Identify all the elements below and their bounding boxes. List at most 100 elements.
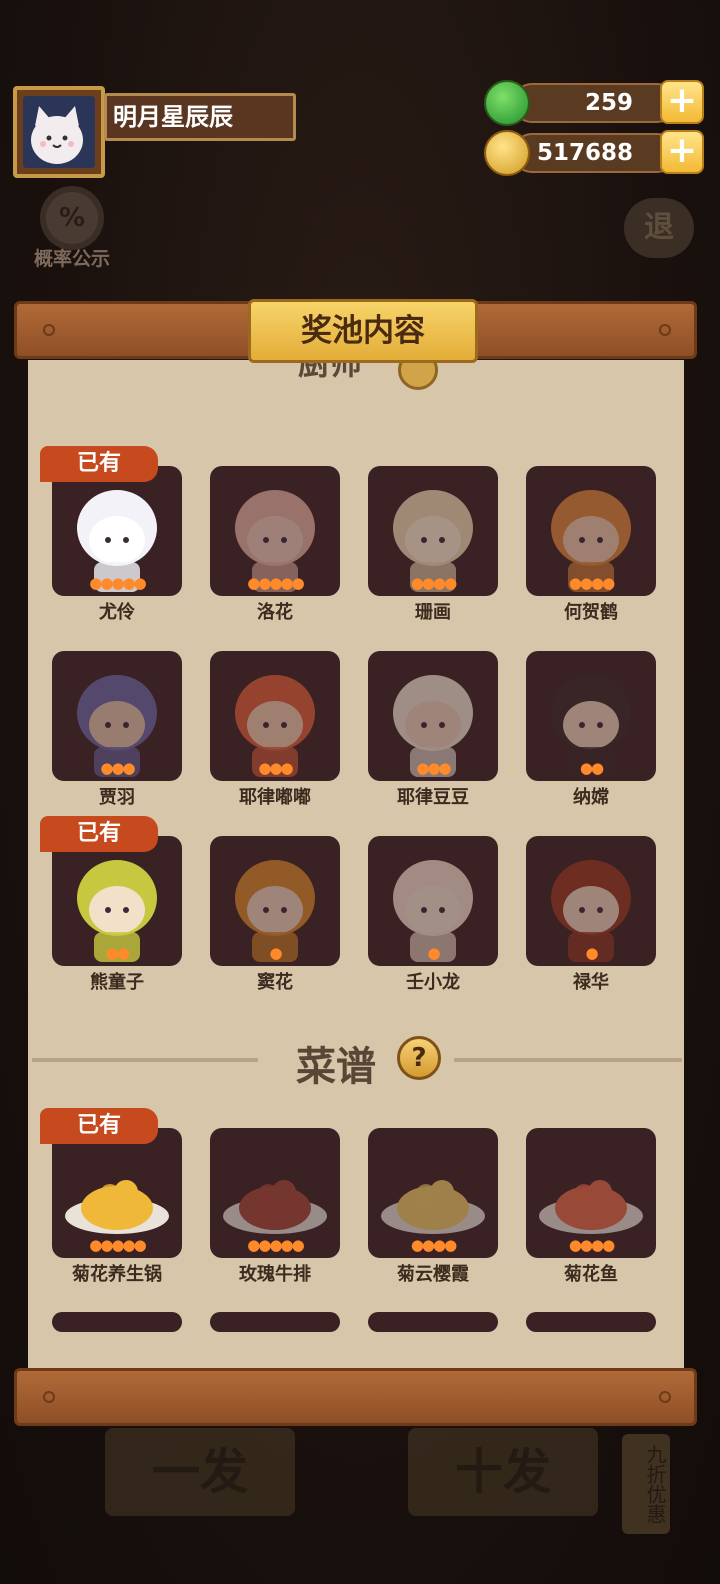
flame-icon: ● [410,1236,424,1254]
flame-icon: ● [291,1236,305,1254]
flame-icon: ● [433,1236,446,1254]
chef-card[interactable]: ●●●● [368,466,498,596]
divider [32,1058,258,1062]
recipe-card[interactable]: ●●●●● [52,1128,182,1258]
chef-card[interactable]: ● [526,836,656,966]
chef-card[interactable]: ● [210,836,340,966]
nail-icon [659,1391,671,1403]
chef-name: 珊画 [415,602,451,623]
flame-icon: ● [421,574,435,592]
coin-icon [484,130,530,176]
chef-card[interactable]: ●●● [52,651,182,781]
flame-icon: ● [602,574,615,592]
divider [454,1058,682,1062]
flame-icon: ● [585,944,598,962]
flame-icon: ● [247,574,260,592]
flame-icon: ● [111,1236,124,1254]
chef-name: 熊童子 [90,972,144,993]
add-jade-button[interactable]: + [660,80,704,124]
chefs-help-icon[interactable] [398,360,438,390]
star-rating: ● [210,944,340,962]
chef-card[interactable]: ●●● [210,651,340,781]
chef-card[interactable]: ●●●●● [52,466,182,596]
flame-icon: ● [591,574,604,592]
chef-name: 耶律嘟嘟 [239,787,311,808]
chef-name: 何贺鹤 [564,602,618,623]
flame-icon: ● [416,759,429,777]
chef-card[interactable]: ●● [52,836,182,966]
panel-title: 奖池内容 [248,299,478,363]
star-rating: ●●● [210,759,340,777]
chef-card[interactable]: ●●●●● [210,466,340,596]
probability-button[interactable]: % 概率公示 [22,192,122,272]
star-rating: ● [526,944,656,962]
ten-draw-button[interactable]: 十发 [408,1428,598,1516]
flame-icon: ● [280,574,294,592]
exit-button[interactable]: 退 [624,198,694,258]
flame-icon: ● [122,1236,136,1254]
flame-icon: ● [438,759,452,777]
recipe-card[interactable]: ●●●● [368,1128,498,1258]
prize-pool-list[interactable]: 厨师 ●●●●●尤伶已有 ●●●●●洛花 ●●●●珊画 ●●●●何贺鹤 [28,360,684,1368]
recipes-section-title: 菜谱 [296,1044,376,1090]
owned-badge: 已有 [40,446,158,482]
recipe-card[interactable]: ●●●● [526,1128,656,1258]
recipe-name: 菊花养生锅 [72,1264,162,1285]
flame-icon: ● [122,759,136,777]
flame-icon: ● [269,944,282,962]
star-rating: ●●●●● [52,574,182,592]
add-coin-button[interactable]: + [660,130,704,174]
cat-avatar-icon [23,96,95,168]
coin-amount: 517688 [512,133,677,173]
flame-icon: ● [133,1236,147,1254]
flame-icon: ● [421,1236,435,1254]
flame-icon: ● [117,944,130,962]
recipe-card-partial [210,1312,340,1332]
flame-icon: ● [444,1236,457,1254]
flame-icon: ● [100,574,113,592]
flame-icon: ● [579,574,593,592]
chef-card[interactable]: ●●●● [526,466,656,596]
flame-icon: ● [258,759,271,777]
chef-card[interactable]: ● [368,836,498,966]
recipes-help-icon[interactable]: ? [397,1036,441,1080]
star-rating: ●●●● [368,574,498,592]
recipe-name: 菊云樱霞 [397,1264,469,1285]
chef-name: 洛花 [257,602,293,623]
owned-badge: 已有 [40,1108,158,1144]
flame-icon: ● [568,574,582,592]
star-rating: ●●●●● [52,1236,182,1254]
chefs-section-title: 厨师 [298,360,363,382]
chef-card[interactable]: ●●● [368,651,498,781]
star-rating: ●●●●● [210,1236,340,1254]
flame-icon: ● [579,759,593,777]
chef-name: 纳嫦 [573,787,609,808]
recipe-card-partial [526,1312,656,1332]
jade-icon [484,80,530,126]
probability-label: 概率公示 [33,248,110,270]
flame-icon: ● [602,1236,615,1254]
recipe-card[interactable]: ●●●●● [210,1128,340,1258]
single-draw-button[interactable]: 一发 [105,1428,295,1516]
flame-icon: ● [258,574,271,592]
player-name: 明月星辰辰 [104,93,296,141]
owned-badge: 已有 [40,816,158,852]
chef-name: 耶律豆豆 [397,787,469,808]
chef-name: 壬小龙 [406,972,460,993]
star-rating: ●● [526,759,656,777]
chef-card[interactable]: ●● [526,651,656,781]
star-rating: ●●● [368,759,498,777]
star-rating: ●●●● [526,574,656,592]
flame-icon: ● [122,574,136,592]
avatar[interactable] [13,86,105,178]
flame-icon: ● [133,574,147,592]
flame-icon: ● [410,574,424,592]
flame-icon: ● [100,759,113,777]
discount-tag: 九折优惠 [622,1434,670,1534]
flame-icon: ● [591,759,604,777]
flame-icon: ● [89,1236,102,1254]
chef-name: 禄华 [573,972,609,993]
chef-name: 贾羽 [99,787,135,808]
chef-name: 尤伶 [99,602,135,623]
star-rating: ●● [52,944,182,962]
